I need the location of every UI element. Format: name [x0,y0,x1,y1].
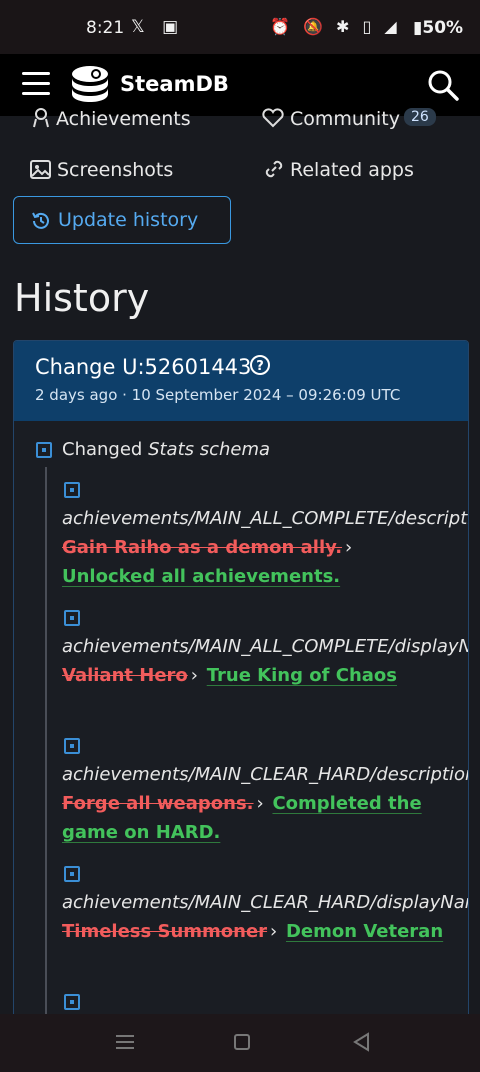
link-icon [265,160,283,178]
arrow-separator: › [256,793,264,814]
battery-level: ▮50% [413,18,464,38]
old-value: Gain Raiho as a demon ally. [62,537,343,558]
top-navbar: SteamDB [0,54,480,116]
diff-entry: achievements/MAIN_ALL_COMPLETE/displayNa… [62,632,468,690]
diff-entry: achievements/MAIN_ALL_COMPLETE/descripti… [62,504,468,591]
achievements-label: Achievements [56,108,191,130]
status-bar: 8:21 𝕏 ▣ ⏰ 🔕 ✱ ▯ ◢ ▮50% [0,0,480,54]
diff-box-icon [64,610,80,626]
menu-icon[interactable] [22,72,50,96]
system-navbar [0,1014,480,1072]
nav-link-community[interactable]: Community [262,108,400,132]
new-value: Unlocked all achievements. [62,566,341,587]
status-time: 8:21 [86,18,125,38]
changed-subject: Stats schema [148,439,271,460]
brand-name[interactable]: SteamDB [120,72,229,96]
new-value: Demon Veteran [285,921,444,942]
back-icon[interactable] [352,1032,370,1052]
diff-key: achievements/MAIN_ALL_COMPLETE/descripti… [62,508,469,529]
recents-icon[interactable] [116,1034,134,1050]
svg-text:?: ? [256,359,264,374]
image-icon [30,160,51,179]
community-label: Community [290,108,400,130]
system-icons: ⏰ 🔕 ✱ ▯ ◢ [270,17,401,36]
update-history-button[interactable]: Update history [13,196,231,244]
diff-box-icon [64,994,80,1010]
diff-box-icon [64,866,80,882]
diff-key: achievements/MAIN_ALL_COMPLETE/displayNa… [62,636,468,657]
related-apps-label: Related apps [290,159,414,181]
changed-prefix: Changed [62,439,143,460]
change-date: 2 days ago · 10 September 2024 – 09:26:0… [35,386,401,404]
old-value: Timeless Summoner [62,921,268,942]
notification-icons: 𝕏 ▣ [131,17,185,37]
update-history-label: Update history [58,209,199,231]
diff-entry: achievements/MAIN_CLEAR_HARD/displayName… [62,888,468,946]
arrow-separator: › [270,921,278,942]
diff-entry: achievements/MAIN_CLEAR_HARD/description… [62,760,468,847]
change-card: Change U:52601443 ? 2 days ago · 10 Sept… [13,340,469,1062]
battery-text: 50% [422,18,464,38]
diff-box-icon [36,442,52,458]
diff-box-icon [64,482,80,498]
nav-link-related-apps[interactable]: Related apps [264,159,414,181]
help-icon[interactable]: ? [249,354,271,376]
steamdb-logo-icon[interactable] [70,64,114,108]
changed-section-title: Changed Stats schema [62,439,270,460]
old-value: Valiant Hero [62,665,188,686]
tree-line [45,467,47,1061]
screenshots-label: Screenshots [57,159,174,181]
arrow-separator: › [190,665,198,686]
heart-icon [262,108,284,128]
diff-key: achievements/MAIN_CLEAR_HARD/description… [62,764,469,785]
diff-key: achievements/MAIN_CLEAR_HARD/displayName… [62,892,469,913]
history-icon [32,212,49,229]
community-count-badge: 26 [404,108,436,126]
achievement-icon [33,108,49,128]
new-value: True King of Chaos [206,665,397,686]
old-value: Forge all weapons. [62,793,254,814]
nav-link-screenshots[interactable]: Screenshots [30,159,173,181]
diff-box-icon [64,738,80,754]
change-id[interactable]: Change U:52601443 [35,355,251,379]
home-icon[interactable] [234,1034,250,1050]
search-icon[interactable] [426,68,460,102]
arrow-separator: › [345,537,353,558]
nav-link-achievements[interactable]: Achievements [32,108,191,132]
change-card-header: Change U:52601443 ? 2 days ago · 10 Sept… [14,341,468,421]
page-title: History [14,276,150,320]
